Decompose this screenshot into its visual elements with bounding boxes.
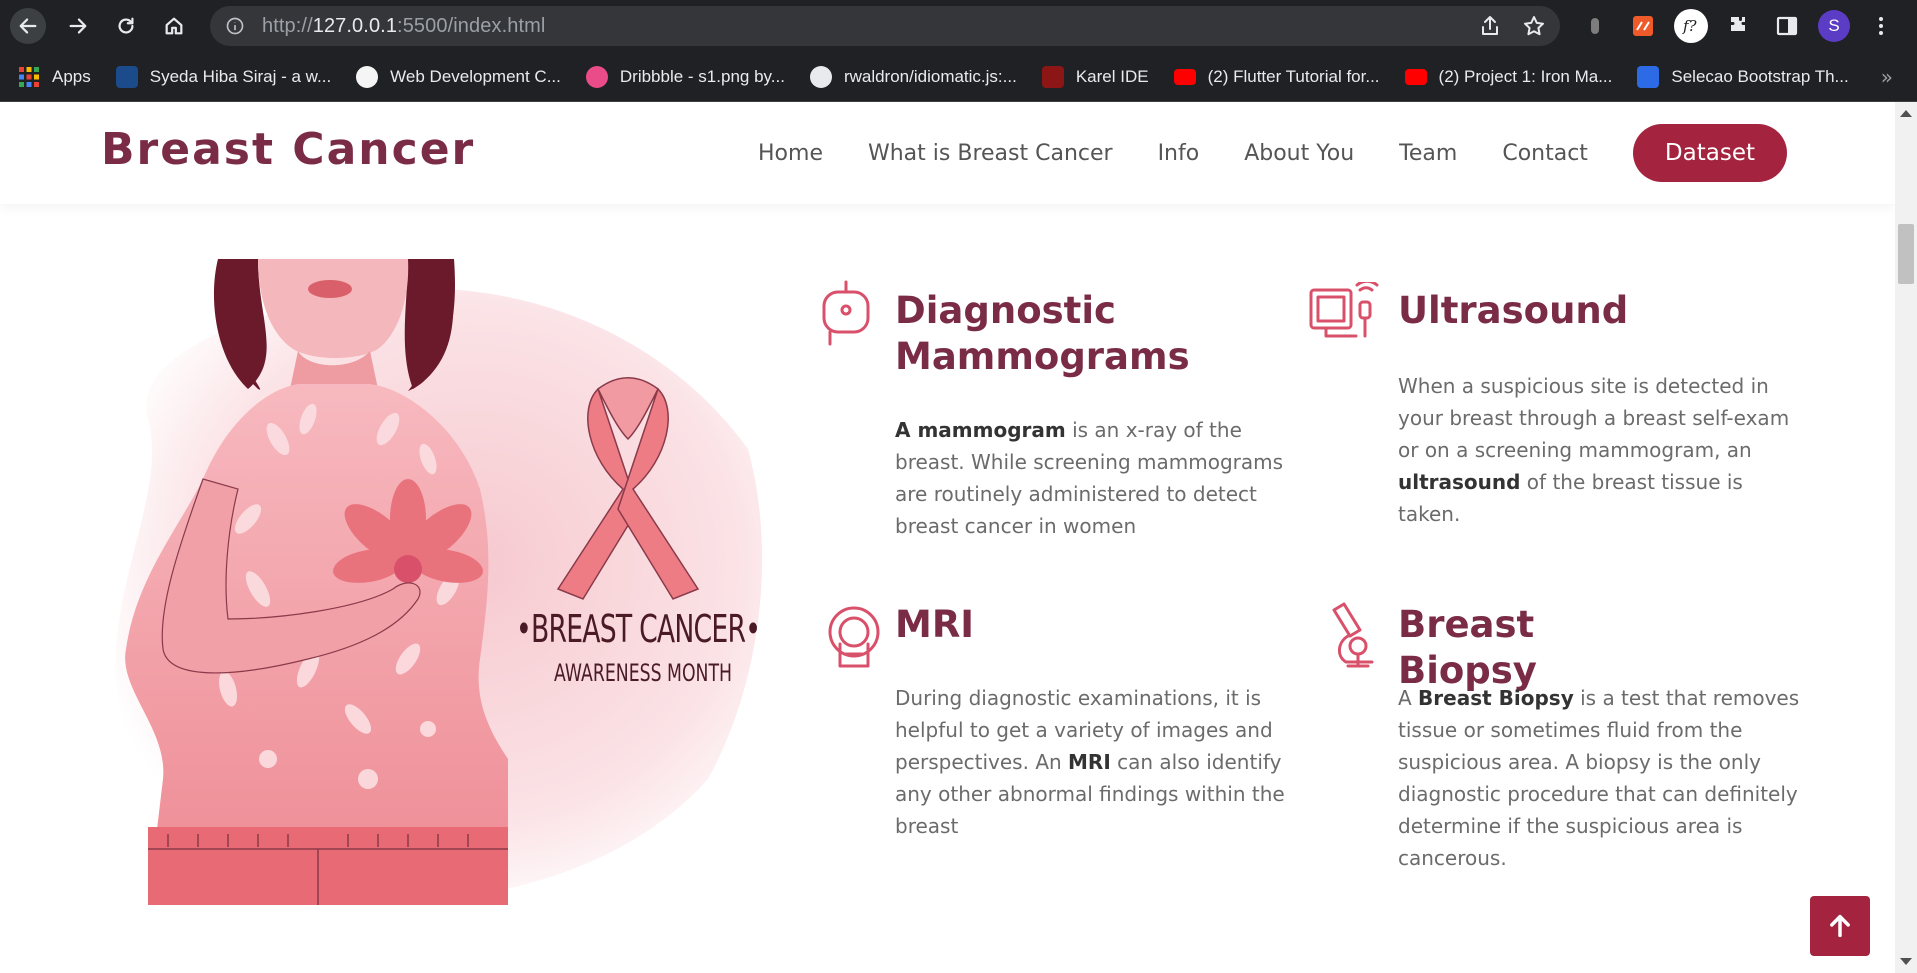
youtube-icon: [1404, 68, 1427, 85]
home-icon: [165, 17, 183, 35]
page-scrollbar[interactable]: [1895, 102, 1917, 973]
mammogram-title-line1: Diagnostic: [895, 289, 1116, 332]
browser-toolbar: http://127.0.0.1:5500/index.html f? S: [0, 0, 1917, 52]
bookmark-dribbble[interactable]: Dribbble - s1.png by...: [585, 65, 785, 88]
mammogram-bold: A mammogram: [895, 418, 1066, 442]
ultrasound-body-before: When a suspicious site is detected in yo…: [1398, 374, 1790, 462]
extensions-puzzle-icon[interactable]: [1722, 9, 1756, 43]
bookmark-label: Syeda Hiba Siraj - a w...: [149, 66, 332, 86]
biopsy-title: Breast Biopsy: [1398, 603, 1537, 692]
profile-avatar[interactable]: S: [1818, 10, 1850, 42]
nav-what-is-breast-cancer[interactable]: What is Breast Cancer: [868, 141, 1113, 166]
mammogram-text: A mammogram is an x-ray of the breast. W…: [895, 414, 1295, 542]
bookmark-flutter[interactable]: (2) Flutter Tutorial for...: [1173, 66, 1380, 87]
biopsy-body-before: A: [1398, 686, 1419, 710]
extensions-area: f? S: [1578, 9, 1898, 43]
side-panel-icon[interactable]: [1770, 9, 1804, 43]
scrollbar-thumb[interactable]: [1898, 224, 1914, 284]
biopsy-text: A Breast Biopsy is a test that removes t…: [1398, 682, 1803, 874]
dribbble-icon: [585, 65, 608, 88]
mri-text: During diagnostic examinations, it is he…: [895, 682, 1290, 842]
bootstrap-icon: [1637, 65, 1660, 88]
svg-text:f?: f?: [1682, 17, 1698, 35]
more-bookmarks-button[interactable]: »: [1881, 65, 1893, 89]
bookmark-github[interactable]: rwaldron/idiomatic.js:...: [809, 65, 1017, 88]
mri-scanner-icon: [826, 604, 882, 670]
bookmark-apps[interactable]: Apps: [18, 66, 91, 88]
bookmark-label: Apps: [52, 66, 91, 86]
page-viewport: Breast Cancer Home What is Breast Cancer…: [0, 102, 1917, 973]
dataset-button[interactable]: Dataset: [1632, 124, 1787, 182]
bookmark-karel[interactable]: Karel IDE: [1041, 65, 1149, 88]
linkedin-fav-icon: [115, 65, 138, 88]
mammogram-device-icon: [820, 278, 874, 346]
url-scheme: http://: [262, 14, 313, 37]
reload-button[interactable]: [108, 8, 144, 44]
extension-orange-icon[interactable]: [1626, 9, 1660, 43]
url-text: http://127.0.0.1:5500/index.html: [262, 15, 545, 38]
url-host: 127.0.0.1: [312, 14, 398, 37]
menu-kebab-icon[interactable]: [1864, 9, 1898, 43]
scroll-up-arrow-icon[interactable]: [1900, 110, 1912, 117]
mri-bold: MRI: [1068, 750, 1111, 774]
awareness-illustration: •BREAST CANCER• AWARENESS MONTH: [108, 259, 768, 905]
youtube-icon: [1173, 68, 1196, 85]
bookmark-label: Karel IDE: [1075, 66, 1149, 86]
ultrasound-text: When a suspicious site is detected in yo…: [1398, 370, 1798, 530]
awareness-subtitle: AWARENESS MONTH: [554, 659, 733, 687]
bookmark-webdev[interactable]: Web Development C...: [356, 65, 561, 88]
nav-info[interactable]: Info: [1158, 141, 1200, 166]
awareness-title: •BREAST CANCER•: [516, 607, 761, 651]
mammogram-title-line2: Mammograms: [895, 335, 1190, 378]
forward-button[interactable]: [60, 8, 96, 44]
biopsy-bold: Breast Biopsy: [1418, 686, 1574, 710]
bookmarks-bar: Apps Syeda Hiba Siraj - a w... Web Devel…: [0, 52, 1917, 102]
bookmark-label: Selecao Bootstrap Th...: [1671, 66, 1849, 86]
mri-title: MRI: [895, 603, 975, 646]
reload-icon: [118, 17, 134, 34]
url-path: :5500/index.html: [397, 14, 546, 37]
apps-grid-icon: [18, 66, 40, 88]
course-fav-icon: [356, 65, 379, 88]
share-icon[interactable]: [1478, 14, 1502, 38]
site-logo[interactable]: Breast Cancer: [101, 124, 475, 175]
arrow-right-icon: [69, 18, 87, 34]
ultrasound-bold: ultrasound: [1398, 470, 1521, 494]
main-nav: Home What is Breast Cancer Info About Yo…: [713, 124, 1787, 182]
ultrasound-monitor-icon: [1308, 279, 1382, 342]
mammogram-title: Diagnostic Mammograms: [895, 288, 1190, 380]
arrow-up-icon: [1830, 914, 1850, 938]
bookmark-label: (2) Project 1: Iron Ma...: [1438, 66, 1613, 86]
site-header: Breast Cancer Home What is Breast Cancer…: [0, 102, 1895, 204]
biopsy-body-after: is a test that removes tissue or sometim…: [1398, 686, 1800, 870]
extension-grey-icon[interactable]: [1578, 9, 1612, 43]
scroll-down-arrow-icon[interactable]: [1900, 958, 1912, 965]
bookmark-label: Dribbble - s1.png by...: [619, 66, 785, 86]
nav-contact[interactable]: Contact: [1502, 141, 1588, 166]
address-bar[interactable]: http://127.0.0.1:5500/index.html: [210, 6, 1560, 46]
bookmark-project[interactable]: (2) Project 1: Iron Ma...: [1404, 66, 1613, 87]
bookmark-selecao[interactable]: Selecao Bootstrap Th...: [1637, 65, 1849, 88]
back-button[interactable]: [10, 8, 46, 44]
bookmark-star-icon[interactable]: [1522, 14, 1546, 38]
arrow-left-icon: [19, 18, 37, 34]
back-to-top-button[interactable]: [1810, 896, 1870, 956]
site-info-icon[interactable]: [224, 15, 246, 37]
microscope-icon: [1328, 602, 1378, 670]
github-icon: [809, 65, 832, 88]
home-button[interactable]: [156, 8, 192, 44]
bookmark-label: rwaldron/idiomatic.js:...: [843, 66, 1017, 86]
extension-font-icon[interactable]: f?: [1674, 9, 1708, 43]
bookmark-syeda[interactable]: Syeda Hiba Siraj - a w...: [115, 65, 332, 88]
bookmark-label: (2) Flutter Tutorial for...: [1207, 66, 1380, 86]
nav-team[interactable]: Team: [1399, 141, 1457, 166]
stanford-icon: [1041, 65, 1064, 88]
ultrasound-title: Ultrasound: [1398, 289, 1629, 332]
nav-about-you[interactable]: About You: [1244, 141, 1354, 166]
bookmark-label: Web Development C...: [390, 66, 561, 86]
nav-home[interactable]: Home: [758, 141, 823, 166]
